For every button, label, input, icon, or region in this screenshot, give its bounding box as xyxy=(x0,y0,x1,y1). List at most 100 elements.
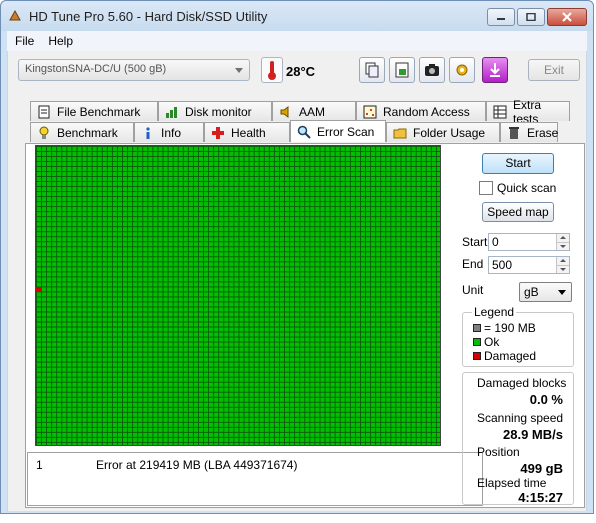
options-button[interactable] xyxy=(449,57,475,83)
tab-aam[interactable]: AAM xyxy=(272,101,356,121)
random-access-icon xyxy=(363,105,377,118)
close-button[interactable] xyxy=(547,8,587,26)
unit-select-value: gB xyxy=(524,285,539,299)
screenshot-button[interactable] xyxy=(419,57,445,83)
stats-group: Damaged blocks 0.0 % Scanning speed 28.9… xyxy=(462,372,574,505)
quick-scan-checkbox[interactable] xyxy=(479,181,493,195)
tab-label: Disk monitor xyxy=(185,104,252,119)
green-swatch-icon xyxy=(473,338,481,346)
error-scan-panel: 1 Error at 219419 MB (LBA 449371674) Sta… xyxy=(25,143,585,508)
error-log[interactable]: 1 Error at 219419 MB (LBA 449371674) xyxy=(27,452,483,506)
background-strip xyxy=(0,514,596,523)
tab-row-bottom: Benchmark Info Health Error Scan Folder … xyxy=(30,120,558,142)
end-input[interactable]: 500 xyxy=(488,256,570,274)
legend-damaged: Damaged xyxy=(473,349,536,363)
tab-label: File Benchmark xyxy=(57,104,141,119)
info-icon xyxy=(146,126,150,139)
elapsed-time-label: Elapsed time xyxy=(477,476,547,490)
legend-title: Legend xyxy=(472,305,517,319)
tab-error-scan[interactable]: Error Scan xyxy=(290,120,386,142)
tab-label: Info xyxy=(161,125,182,140)
unit-label: Unit xyxy=(462,283,484,297)
tab-label: Erase xyxy=(527,125,559,140)
tab-extra-tests[interactable]: Extra tests xyxy=(486,98,570,126)
spin-up-icon[interactable] xyxy=(556,234,569,242)
download-button[interactable] xyxy=(482,57,508,83)
health-cross-icon xyxy=(212,126,224,139)
disk-monitor-icon xyxy=(166,106,177,118)
app-icon xyxy=(9,9,21,21)
red-swatch-icon xyxy=(473,352,481,360)
save-icon xyxy=(395,62,409,78)
speed-map-button[interactable]: Speed map xyxy=(482,202,554,222)
unit-select[interactable]: gB xyxy=(519,282,572,302)
chevron-down-icon xyxy=(235,68,243,73)
position-value: 499 gB xyxy=(520,461,563,476)
folder-icon xyxy=(393,128,407,138)
spin-down-icon[interactable] xyxy=(556,265,569,273)
end-field-label: End xyxy=(462,257,484,271)
log-entry-message: Error at 219419 MB (LBA 449371674) xyxy=(96,458,298,472)
magnifier-icon xyxy=(297,125,311,139)
app-window: HD Tune Pro 5.60 - Hard Disk/SSD Utility… xyxy=(0,0,594,514)
minimize-icon xyxy=(497,18,505,20)
menu-file[interactable]: File xyxy=(15,34,34,48)
damaged-blocks-label: Damaged blocks xyxy=(477,376,567,390)
elapsed-time-value: 4:15:27 xyxy=(518,490,563,505)
title-bar[interactable]: HD Tune Pro 5.60 - Hard Disk/SSD Utility xyxy=(1,1,593,31)
tab-label: Error Scan xyxy=(317,124,375,139)
end-input-value: 500 xyxy=(492,258,513,272)
gray-swatch-icon xyxy=(473,324,481,332)
scanning-speed-value: 28.9 MB/s xyxy=(503,427,563,442)
scan-block-map xyxy=(35,145,441,446)
extra-tests-icon xyxy=(493,105,507,118)
close-icon xyxy=(562,12,572,22)
chevron-down-icon xyxy=(558,290,566,295)
start-field-label: Start xyxy=(462,235,488,249)
temperature-readout: 28°C xyxy=(286,64,316,79)
copy-info-button[interactable] xyxy=(359,57,385,83)
toolbar: KingstonSNA-DC/U (500 gB) 28°C Exit xyxy=(8,51,586,97)
window-title: HD Tune Pro 5.60 - Hard Disk/SSD Utility xyxy=(29,9,268,24)
tab-benchmark[interactable]: Benchmark xyxy=(30,122,134,142)
maximize-button[interactable] xyxy=(517,8,545,26)
minimize-button[interactable] xyxy=(487,8,515,26)
save-button[interactable] xyxy=(389,57,415,83)
damaged-blocks-value: 0.0 % xyxy=(529,392,563,407)
legend-ok: Ok xyxy=(473,335,499,349)
tab-random-access[interactable]: Random Access xyxy=(356,101,486,121)
tab-disk-monitor[interactable]: Disk monitor xyxy=(158,101,272,121)
log-entry-index: 1 xyxy=(36,458,43,472)
tab-row-top: File Benchmark Disk monitor AAM Random A… xyxy=(30,98,570,126)
drive-select[interactable]: KingstonSNA-DC/U (500 gB) xyxy=(18,59,250,81)
menu-bar: File Help xyxy=(7,31,587,51)
download-icon xyxy=(490,63,500,77)
tab-label: Benchmark xyxy=(57,125,118,140)
client-area: KingstonSNA-DC/U (500 gB) 28°C Exit File… xyxy=(7,51,587,511)
position-label: Position xyxy=(477,445,520,459)
copy-info-icon xyxy=(365,62,379,78)
start-scan-button[interactable]: Start xyxy=(482,153,554,174)
start-input[interactable]: 0 xyxy=(488,233,570,251)
quick-scan-label: Quick scan xyxy=(497,181,557,195)
tab-erase[interactable]: Erase xyxy=(500,122,558,142)
tab-label: AAM xyxy=(299,104,326,119)
tab-file-benchmark[interactable]: File Benchmark xyxy=(30,101,158,121)
speaker-icon xyxy=(280,105,289,118)
scanning-speed-label: Scanning speed xyxy=(477,411,564,425)
legend-block-size: = 190 MB xyxy=(473,321,536,335)
benchmark-icon xyxy=(39,126,49,139)
tab-label: Random Access xyxy=(383,104,470,119)
settings-icon xyxy=(456,64,468,76)
tab-label: Folder Usage xyxy=(413,125,486,140)
menu-help[interactable]: Help xyxy=(48,34,73,48)
damaged-block xyxy=(36,286,42,292)
tab-info[interactable]: Info xyxy=(134,122,204,142)
tab-folder-usage[interactable]: Folder Usage xyxy=(386,122,500,142)
exit-button[interactable]: Exit xyxy=(528,59,580,81)
spin-down-icon[interactable] xyxy=(556,242,569,250)
thermometer-icon xyxy=(261,57,283,83)
spin-up-icon[interactable] xyxy=(556,257,569,265)
tab-health[interactable]: Health xyxy=(204,122,290,142)
drive-select-value: KingstonSNA-DC/U (500 gB) xyxy=(25,63,167,75)
